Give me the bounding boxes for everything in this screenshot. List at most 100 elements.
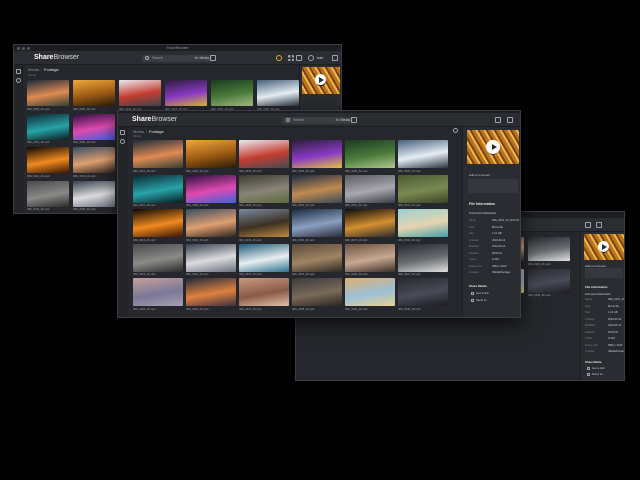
media-tile[interactable]: IMG_0020_4K.mp4	[73, 180, 115, 211]
file-name: IMG_0001_4K.mp4	[27, 107, 50, 111]
metadata-value: /Media/Footage	[492, 271, 511, 274]
user-name[interactable]: Jake	[316, 56, 323, 60]
get-link-button[interactable]: Get a link	[471, 291, 489, 295]
media-tile[interactable]: IMG_0014_4K.mp4	[186, 209, 236, 242]
send-to-button[interactable]: Send to...	[471, 298, 489, 302]
thumbnail-image	[27, 147, 69, 173]
toolbar: ShareBrowser Search In: Media	[118, 113, 520, 127]
media-tile[interactable]: IMG_0012_4K.mp4	[398, 174, 448, 207]
gear-icon[interactable]	[453, 128, 458, 133]
media-tile[interactable]: IMG_0022_4K.mp4	[292, 243, 342, 276]
close-panel-icon[interactable]	[596, 222, 602, 228]
media-tile[interactable]: IMG_0024_4K.mp4	[528, 237, 570, 266]
metadata-row: Kind Movie file	[469, 226, 503, 229]
media-tile[interactable]: IMG_0006_4K.mp4	[257, 80, 299, 111]
filter-icon[interactable]	[210, 55, 216, 61]
search-icon	[145, 56, 149, 60]
media-tile[interactable]: IMG_0021_4K.mp4	[239, 243, 289, 276]
media-tile[interactable]: IMG_0013_4K.mp4	[27, 147, 69, 178]
subfolder-label: Media	[133, 134, 142, 138]
metadata-key: Codec	[469, 258, 477, 261]
media-tile[interactable]: IMG_0007_4K.mp4	[133, 174, 183, 207]
metadata-row: Size 1.21 GB	[585, 311, 618, 314]
detail-panel: Add a comment File Information Extended …	[462, 127, 520, 317]
file-name: IMG_0002_4K.mp4	[73, 107, 96, 111]
thumbnail-image	[73, 180, 115, 207]
metadata-key: Modified	[585, 324, 595, 327]
get-link-button[interactable]: Get a link	[587, 366, 605, 370]
media-tile[interactable]: IMG_0013_4K.mp4	[133, 209, 183, 242]
media-tile[interactable]: IMG_0001_4K.mp4	[133, 140, 183, 173]
grid-view-icon[interactable]	[288, 55, 294, 61]
send-to-button[interactable]: Send to...	[587, 372, 605, 376]
media-tile[interactable]: IMG_0020_4K.mp4	[186, 243, 236, 276]
search-input[interactable]: Search In: Media	[283, 116, 353, 124]
left-rail	[14, 65, 23, 213]
metadata-key: Duration	[469, 251, 479, 255]
media-tile[interactable]: IMG_0030_4K.mp4	[398, 278, 448, 311]
media-tile[interactable]: IMG_0024_4K.mp4	[398, 243, 448, 276]
file-name: IMG_0011_4K.mp4	[345, 204, 368, 207]
media-tile[interactable]: IMG_0005_4K.mp4	[345, 140, 395, 173]
media-tile[interactable]: IMG_0005_4K.mp4	[211, 80, 253, 111]
media-tile[interactable]: IMG_0023_4K.mp4	[345, 243, 395, 276]
file-name: IMG_0025_4K.mp4	[133, 307, 156, 311]
search-input[interactable]: Search In: Media	[142, 54, 212, 62]
media-tile[interactable]: IMG_0029_4K.mp4	[345, 278, 395, 311]
media-tile[interactable]: IMG_0030_4K.mp4	[528, 268, 570, 297]
media-tile[interactable]: IMG_0019_4K.mp4	[27, 180, 69, 211]
media-tile[interactable]: IMG_0025_4K.mp4	[133, 278, 183, 311]
media-tile[interactable]: IMG_0026_4K.mp4	[186, 278, 236, 311]
left-rail	[118, 127, 127, 317]
media-tile[interactable]: IMG_0011_4K.mp4	[345, 174, 395, 207]
metadata-value: 3840 x 2160	[608, 343, 623, 347]
activity-icon[interactable]	[276, 55, 282, 61]
media-tile[interactable]: IMG_0004_4K.mp4	[165, 80, 207, 111]
media-tile[interactable]: IMG_0002_4K.mp4	[73, 80, 115, 111]
thumbnail-image	[398, 278, 448, 306]
file-name: IMG_0002_4K.mp4	[186, 169, 209, 173]
metadata-key: Location	[469, 271, 479, 274]
media-tile[interactable]: IMG_0014_4K.mp4	[73, 147, 115, 178]
media-tile[interactable]: IMG_0009_4K.mp4	[239, 174, 289, 207]
media-tile[interactable]: IMG_0027_4K.mp4	[239, 278, 289, 311]
thumbnail-image	[239, 140, 289, 168]
play-icon[interactable]	[598, 241, 609, 252]
home-icon[interactable]	[120, 130, 125, 135]
media-tile[interactable]: IMG_0003_4K.mp4	[119, 80, 161, 111]
panel-toggle-icon[interactable]	[495, 117, 501, 123]
panel-toggle-icon[interactable]	[585, 222, 591, 228]
close-panel-icon[interactable]	[507, 117, 513, 123]
home-icon[interactable]	[16, 69, 21, 74]
metadata-value: H.264	[492, 258, 499, 261]
comment-field[interactable]	[468, 179, 518, 193]
comment-field[interactable]	[585, 268, 623, 278]
filter-icon[interactable]	[351, 117, 357, 123]
media-tile[interactable]: IMG_0007_4K.mp4	[27, 113, 69, 144]
media-tile[interactable]: IMG_0002_4K.mp4	[186, 140, 236, 173]
metadata-row: Created 2022-06-14	[469, 239, 505, 242]
toolbar: ShareBrowser Search In: Media Jake	[14, 51, 341, 65]
media-tile[interactable]: IMG_0010_4K.mp4	[292, 174, 342, 207]
list-view-icon[interactable]	[296, 55, 302, 61]
media-tile[interactable]: IMG_0006_4K.mp4	[398, 140, 448, 173]
media-tile[interactable]: IMG_0001_4K.mp4	[27, 80, 69, 111]
user-icon[interactable]	[308, 55, 314, 61]
media-tile[interactable]: IMG_0016_4K.mp4	[292, 209, 342, 242]
media-tile[interactable]: IMG_0017_4K.mp4	[345, 209, 395, 242]
media-tile[interactable]: IMG_0018_4K.mp4	[398, 209, 448, 242]
media-tile[interactable]: IMG_0008_4K.mp4	[73, 113, 115, 144]
play-icon[interactable]	[486, 140, 500, 154]
breadcrumb-root[interactable]: Media	[28, 67, 39, 72]
favorites-icon[interactable]	[16, 78, 21, 83]
media-tile[interactable]: IMG_0019_4K.mp4	[133, 243, 183, 276]
panel-toggle-icon[interactable]	[332, 55, 338, 61]
media-tile[interactable]: IMG_0015_4K.mp4	[239, 209, 289, 242]
metadata-value: IMG_0031_4K_MATCH.mp4	[608, 298, 624, 301]
media-tile[interactable]: IMG_0004_4K.mp4	[292, 140, 342, 173]
media-tile[interactable]: IMG_0003_4K.mp4	[239, 140, 289, 173]
favorites-icon[interactable]	[120, 139, 125, 144]
media-tile[interactable]: IMG_0028_4K.mp4	[292, 278, 342, 311]
media-tile[interactable]: IMG_0008_4K.mp4	[186, 174, 236, 207]
play-icon[interactable]	[315, 74, 326, 85]
